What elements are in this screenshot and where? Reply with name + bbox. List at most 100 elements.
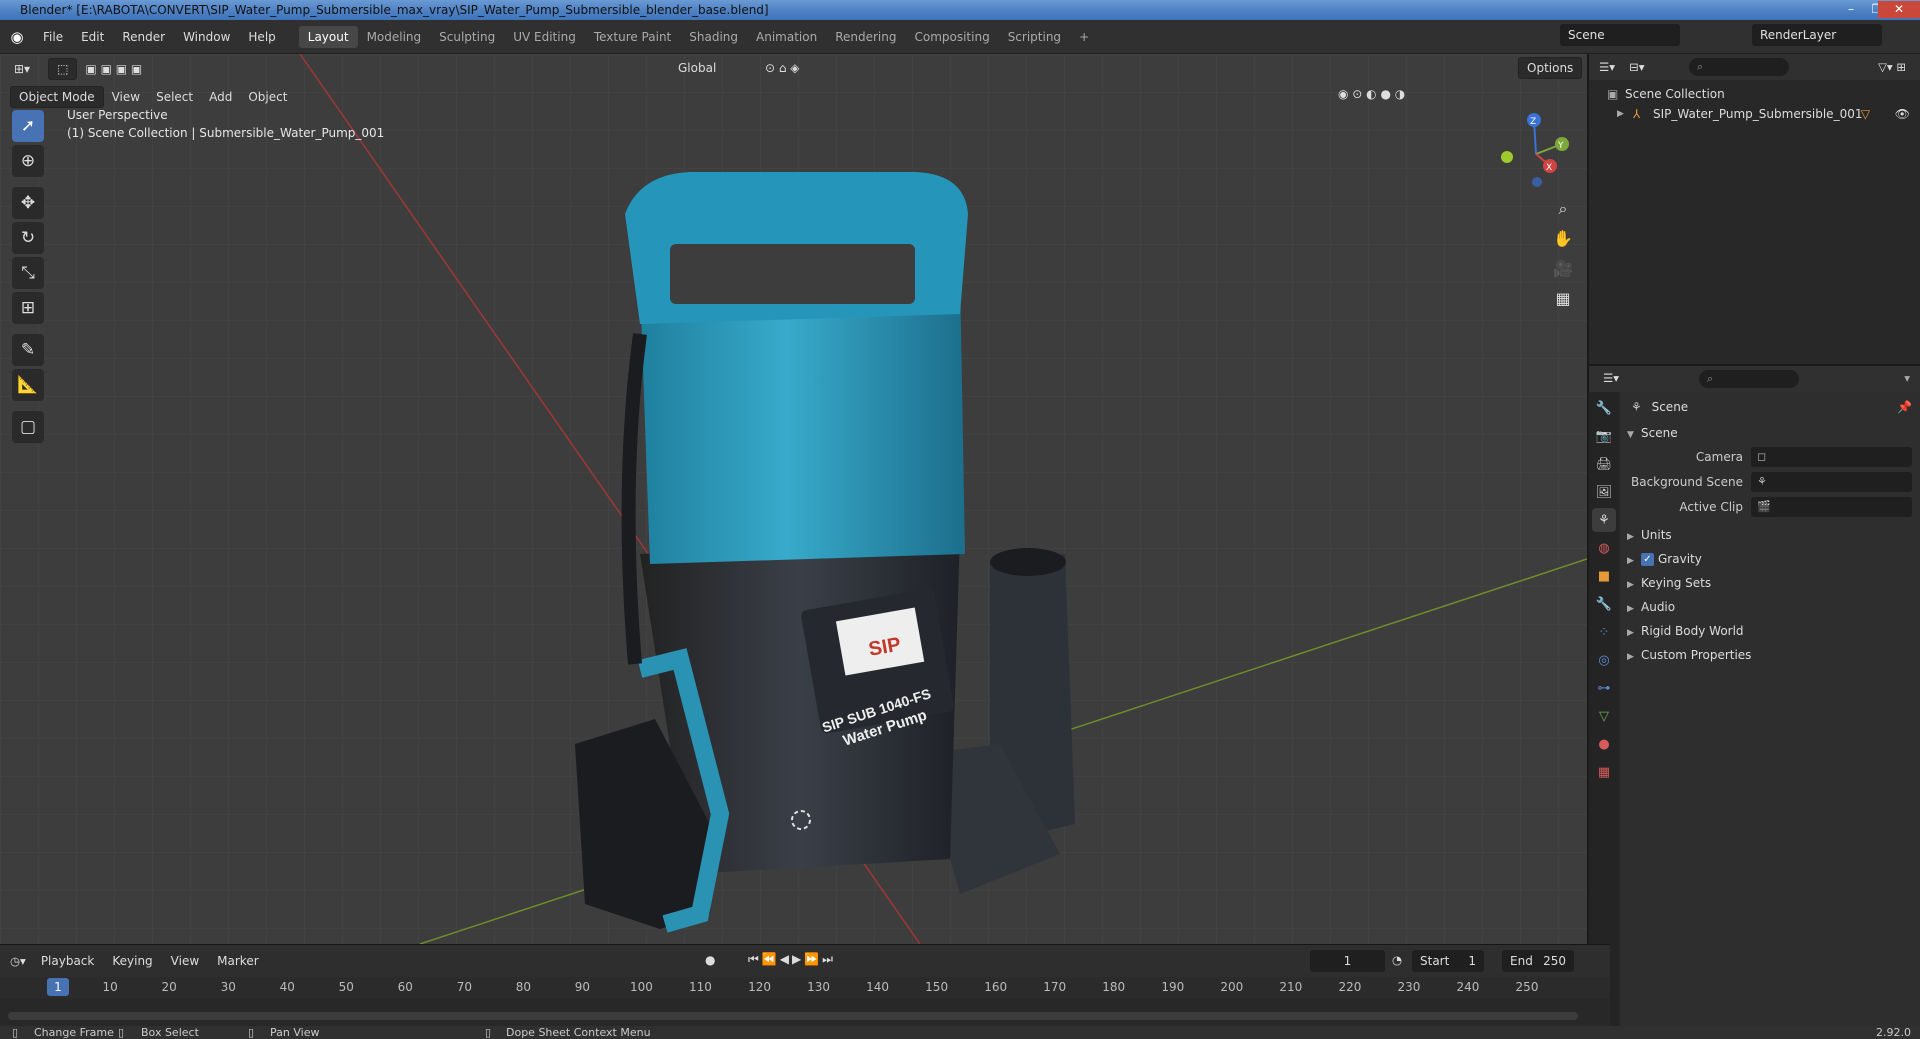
menu-file[interactable]: File	[34, 20, 72, 54]
visibility-eye-icon[interactable]: 👁	[1895, 104, 1910, 124]
pan-hand-icon[interactable]: ✋	[1548, 224, 1578, 254]
audio-section[interactable]: ▶ Audio	[1621, 596, 1920, 618]
filter-icon[interactable]: ▽▾ ⊞	[1878, 60, 1906, 74]
menu-window[interactable]: Window	[174, 20, 239, 54]
minimize-button[interactable]: –	[1838, 1, 1864, 18]
tweak-tool-icon[interactable]: ➚	[12, 110, 44, 142]
add-cube-tool-icon[interactable]: ▢	[12, 411, 44, 443]
measure-tool-icon[interactable]: 📐	[12, 369, 44, 401]
units-section[interactable]: ▶ Units	[1621, 524, 1920, 546]
cursor-tool-icon[interactable]: ⊕	[12, 145, 44, 177]
annotate-tool-icon[interactable]: ✎	[12, 334, 44, 366]
mode-selector[interactable]: Object Mode	[10, 86, 104, 108]
menu-select[interactable]: Select	[148, 87, 201, 107]
timeline-type-icon[interactable]: ◷▾	[10, 954, 26, 968]
playhead-frame-indicator[interactable]: 1	[47, 978, 69, 996]
tab-uv-editing[interactable]: UV Editing	[504, 26, 585, 48]
scale-tool-icon[interactable]: ⤡	[12, 257, 44, 289]
timeline-ruler[interactable]: 1102030405060708090100110120130140150160…	[0, 977, 1610, 999]
clock-icon[interactable]: ◔	[1392, 953, 1402, 967]
close-button[interactable]: ✕	[1878, 1, 1920, 18]
properties-type-icon[interactable]: ☰▾	[1603, 371, 1619, 385]
menu-edit[interactable]: Edit	[72, 20, 113, 54]
tab-layout[interactable]: Layout	[298, 25, 358, 48]
current-frame-field[interactable]: 1	[1310, 950, 1385, 972]
properties-options-icon[interactable]: ▾	[1904, 371, 1910, 385]
tab-animation[interactable]: Animation	[747, 26, 826, 48]
transform-tool-icon[interactable]: ⊞	[12, 292, 44, 324]
tab-modeling[interactable]: Modeling	[358, 26, 431, 48]
constraints-tab-icon[interactable]: ⊶	[1592, 676, 1616, 700]
record-icon[interactable]: ●	[705, 953, 715, 967]
menu-add[interactable]: Add	[201, 87, 240, 107]
snap-icon[interactable]: ⊙ ⌂ ◈	[757, 58, 808, 78]
data-tab-icon[interactable]: ▽	[1592, 704, 1616, 728]
timeline-editor[interactable]: ◷▾ Playback Keying View Marker ● ⏮⏪◀▶⏩⏭ …	[0, 944, 1610, 1026]
menu-timeline-view[interactable]: View	[162, 954, 208, 968]
perspective-grid-icon[interactable]: ▦	[1548, 284, 1578, 314]
scene-panel-header[interactable]: ▼ Scene	[1621, 422, 1920, 444]
properties-search-input[interactable]: ⌕	[1699, 370, 1799, 388]
outliner-type-icon[interactable]: ☰▾	[1599, 60, 1615, 74]
texture-tab-icon[interactable]: ▦	[1592, 760, 1616, 784]
keying-sets-section[interactable]: ▶ Keying Sets	[1621, 572, 1920, 594]
tool-tab-icon[interactable]: 🔧	[1592, 396, 1616, 420]
renderlayer-selector[interactable]: RenderLayer	[1752, 24, 1882, 46]
outliner-item-scene-collection[interactable]: ▣ Scene Collection	[1589, 84, 1920, 104]
zoom-icon[interactable]: ⌕	[1548, 194, 1578, 224]
expand-arrow-icon[interactable]: ▶	[1617, 104, 1624, 124]
timeline-scrollbar[interactable]	[8, 1012, 1578, 1020]
menu-playback[interactable]: Playback	[32, 954, 104, 968]
outliner-item-object[interactable]: ▶ ⅄ SIP_Water_Pump_Submersible_001 ▽ 👁	[1589, 104, 1920, 124]
active-clip-field[interactable]: 🎬	[1751, 497, 1912, 517]
start-frame-field[interactable]: Start 1	[1412, 950, 1484, 972]
background-scene-field[interactable]: ⚘	[1751, 472, 1912, 492]
tab-compositing[interactable]: Compositing	[905, 26, 998, 48]
particles-tab-icon[interactable]: ⁘	[1592, 620, 1616, 644]
select-mode-icons[interactable]: ▣ ▣ ▣ ▣	[77, 59, 150, 79]
gravity-checkbox[interactable]: ✓	[1641, 553, 1654, 566]
outliner-search-input[interactable]: ⌕	[1689, 58, 1789, 76]
axis-x-label: X	[1546, 163, 1552, 173]
view-layer-tab-icon[interactable]: 🖼	[1592, 480, 1616, 504]
select-tool-icon[interactable]: ⬚	[48, 58, 78, 80]
rigid-body-world-section[interactable]: ▶ Rigid Body World	[1621, 620, 1920, 642]
editor-type-icon[interactable]: ⊞▾	[6, 59, 38, 79]
scene-selector[interactable]: Scene	[1560, 24, 1680, 46]
output-tab-icon[interactable]: 🖨	[1592, 452, 1616, 476]
transform-orientation-selector[interactable]: Global	[670, 58, 724, 78]
custom-properties-section[interactable]: ▶ Custom Properties	[1621, 644, 1920, 666]
modifier-tab-icon[interactable]: 🔧	[1592, 592, 1616, 616]
menu-render[interactable]: Render	[113, 20, 174, 54]
world-tab-icon[interactable]: ◍	[1592, 536, 1616, 560]
render-tab-icon[interactable]: 📷	[1592, 424, 1616, 448]
camera-view-icon[interactable]: 🎥	[1548, 254, 1578, 284]
tab-rendering[interactable]: Rendering	[826, 26, 905, 48]
3d-viewport[interactable]: SIP SIP SUB 1040-FS Water Pump Z Y X ⊞▾ …	[0, 54, 1587, 944]
options-button[interactable]: Options	[1518, 57, 1583, 79]
menu-view[interactable]: View	[104, 87, 148, 107]
display-mode-icon[interactable]: ⊟▾	[1629, 60, 1644, 74]
tab-texture-paint[interactable]: Texture Paint	[585, 26, 680, 48]
material-tab-icon[interactable]: ●	[1592, 732, 1616, 756]
scene-tab-icon[interactable]: ⚘	[1592, 508, 1616, 532]
playback-controls[interactable]: ⏮⏪◀▶⏩⏭	[748, 952, 836, 967]
menu-keying[interactable]: Keying	[103, 954, 161, 968]
add-workspace-button[interactable]: +	[1070, 26, 1098, 48]
move-tool-icon[interactable]: ✥	[12, 187, 44, 219]
physics-tab-icon[interactable]: ◎	[1592, 648, 1616, 672]
rotate-tool-icon[interactable]: ↻	[12, 222, 44, 254]
menu-object[interactable]: Object	[240, 87, 295, 107]
pin-icon[interactable]: 📌	[1897, 396, 1912, 418]
shading-mode-icons[interactable]: ◉ ⊙ ◐ ● ◑	[1330, 84, 1413, 104]
tab-sculpting[interactable]: Sculpting	[430, 26, 504, 48]
tab-scripting[interactable]: Scripting	[999, 26, 1070, 48]
object-tab-icon[interactable]: ■	[1592, 564, 1616, 588]
end-frame-field[interactable]: End 250	[1502, 950, 1574, 972]
tab-shading[interactable]: Shading	[680, 26, 747, 48]
menu-marker[interactable]: Marker	[208, 954, 267, 968]
blender-logo-icon[interactable]: ◉	[0, 28, 34, 46]
gravity-section[interactable]: ▶ ✓ Gravity	[1621, 548, 1920, 570]
camera-field[interactable]: ◻	[1751, 447, 1912, 467]
menu-help[interactable]: Help	[239, 20, 284, 54]
